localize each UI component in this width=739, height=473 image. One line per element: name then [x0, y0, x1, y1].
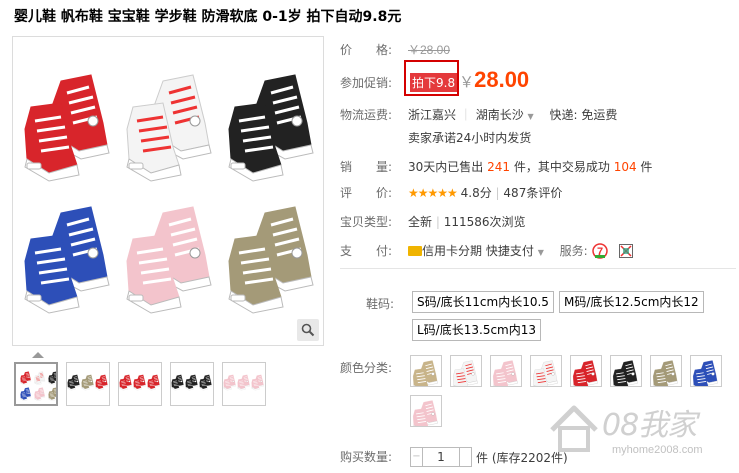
ship-to-dropdown[interactable]: 湖南长沙 ▼ — [476, 108, 534, 122]
shoe-photo-grid — [21, 63, 321, 333]
product-thumbnail[interactable] — [66, 362, 110, 406]
size-option-l[interactable]: L码/底长13.5cm内13 — [412, 319, 542, 341]
color-swatch-black[interactable] — [610, 355, 642, 387]
shipping-label: 物流运费: — [340, 108, 393, 122]
product-title: 婴儿鞋 帆布鞋 宝宝鞋 学步鞋 防滑软底 0-1岁 拍下自动9.8元 — [14, 9, 402, 25]
rating-row: 评 价: ★★★★★ 4.8分 | 487条评价 — [340, 184, 562, 201]
quantity-label: 购买数量: — [340, 450, 393, 464]
chevron-down-icon: ▼ — [527, 112, 534, 121]
ship-sep: ｜ — [459, 108, 472, 122]
ship-to: 湖南长沙 — [475, 108, 524, 122]
condition: 全新 — [408, 215, 433, 229]
section-divider — [340, 268, 736, 269]
view-count: 111586次浏览 — [443, 215, 526, 229]
ship-type: 快递: 免运费 — [549, 108, 618, 122]
main-product-image[interactable] — [12, 36, 324, 346]
thumb-pointer-icon — [32, 352, 44, 358]
chevron-down-icon[interactable]: ▼ — [538, 248, 544, 257]
watermark-url: myhome2008.com — [612, 444, 703, 456]
sales-unit: 件 — [640, 160, 653, 174]
promo-label: 参加促销: — [340, 76, 393, 90]
shoe-photo-white — [123, 63, 219, 187]
promo-row: 参加促销: 拍下9.8 ￥28.00 — [340, 67, 529, 93]
yen-symbol: ￥ — [459, 73, 475, 91]
quick-pay-link[interactable]: 快捷支付 — [486, 244, 534, 258]
thumbnail-strip — [14, 362, 266, 406]
color-swatch-khaki[interactable] — [650, 355, 682, 387]
rating-score: 4.8分 — [460, 186, 492, 200]
sales-label: 销 量: — [340, 160, 393, 174]
payment-row: 支 付: 信用卡分期 快捷支付 ▼ 服务: 7 — [340, 242, 634, 259]
color-swatch-red[interactable] — [570, 355, 602, 387]
product-thumbnail[interactable] — [222, 362, 266, 406]
type-row: 宝贝类型: 全新 | 111586次浏览 — [340, 213, 526, 230]
type-sep: | — [435, 215, 440, 229]
sales-text-2: 件，其中交易成功 — [513, 160, 610, 174]
success-count: 104 — [613, 160, 637, 174]
credit-installment-link[interactable]: 信用卡分期 — [422, 244, 482, 258]
quantity-stepper[interactable]: − 1 — [410, 447, 472, 467]
payment-label: 支 付: — [340, 244, 393, 258]
color-swatch-pink-2[interactable] — [410, 395, 442, 427]
ship-from: 浙江嘉兴 — [408, 108, 457, 122]
rating-sep: | — [495, 186, 500, 200]
promo-price: 28.00 — [474, 67, 530, 92]
size-option-s[interactable]: S码/底长11cm内长10.5 — [412, 291, 554, 313]
product-thumbnail[interactable] — [118, 362, 162, 406]
shoe-photo-red — [21, 63, 117, 187]
ship-promise: 卖家承诺24小时内发货 — [408, 131, 532, 145]
color-swatch-white-2[interactable] — [530, 355, 562, 387]
quantity-input[interactable]: 1 — [423, 448, 459, 466]
quantity-decrease-button[interactable]: − — [411, 448, 423, 466]
sales-row: 销 量: 30天内已售出 241 件，其中交易成功 104 件 — [340, 158, 652, 175]
type-label: 宝贝类型: — [340, 215, 393, 229]
zoom-icon[interactable] — [297, 319, 319, 341]
seven-day-return-icon[interactable]: 7 — [591, 243, 608, 259]
product-thumbnail[interactable] — [14, 362, 58, 406]
promo-tag[interactable]: 拍下9.8 — [410, 73, 458, 92]
credit-card-icon — [408, 246, 422, 256]
product-thumbnail[interactable] — [170, 362, 214, 406]
shoe-photo-black — [225, 63, 321, 187]
site-watermark: 08我家 myhome2008.com — [546, 396, 736, 466]
color-swatch-pink[interactable] — [490, 355, 522, 387]
size-label: 鞋码: — [366, 297, 395, 311]
sold-count: 241 — [487, 160, 511, 174]
shoe-photo-pink — [123, 195, 219, 319]
color-swatch-blue[interactable] — [690, 355, 722, 387]
rating-label: 评 价: — [340, 186, 393, 200]
sales-text: 30天内已售出 — [408, 160, 484, 174]
review-count-link[interactable]: 487条评价 — [503, 186, 562, 200]
watermark-text: 08我家 — [602, 408, 697, 443]
star-rating-icon: ★★★★★ — [408, 186, 458, 200]
quantity-increase-button[interactable] — [459, 448, 471, 466]
house-logo-icon — [550, 405, 598, 452]
guarantee-icon[interactable] — [619, 244, 634, 258]
size-option-m[interactable]: M码/底长12.5cm内长12 — [559, 291, 704, 313]
color-label: 颜色分类: — [340, 361, 393, 375]
color-swatch-khaki-light[interactable] — [410, 355, 442, 387]
color-swatch-white[interactable] — [450, 355, 482, 387]
price-row: 价 格: ￥28.00 — [340, 41, 450, 58]
original-price: ￥28.00 — [408, 43, 451, 57]
shoe-photo-blue — [21, 195, 117, 319]
shipping-row: 物流运费: 浙江嘉兴 ｜ 湖南长沙 ▼ 快递: 免运费 — [340, 106, 617, 123]
service-label: 服务: — [559, 244, 588, 258]
price-label: 价 格: — [340, 43, 393, 57]
shoe-photo-khaki — [225, 195, 321, 319]
